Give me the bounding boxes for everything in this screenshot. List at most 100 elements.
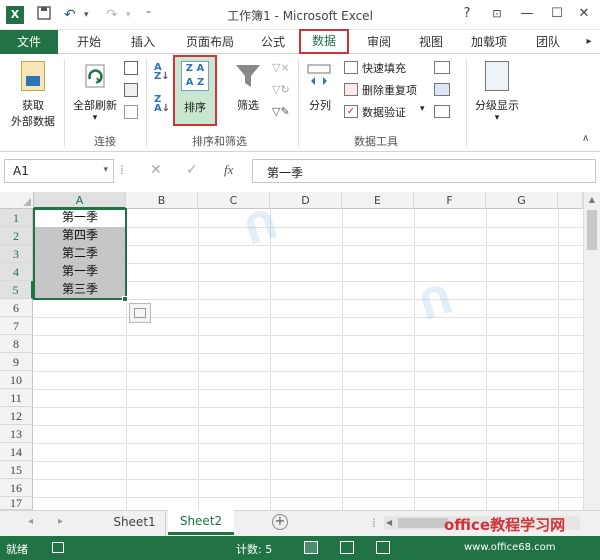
tab-addins[interactable]: 加载项 bbox=[460, 30, 518, 54]
reapply-icon[interactable]: ▽↻ bbox=[272, 83, 290, 96]
gridline bbox=[33, 461, 583, 462]
row-header[interactable]: 13 bbox=[0, 425, 33, 443]
column-header-d[interactable]: D bbox=[270, 192, 342, 209]
advanced-filter-icon[interactable]: ▽✎ bbox=[272, 105, 290, 118]
column-header-e[interactable]: E bbox=[342, 192, 414, 209]
properties-icon[interactable] bbox=[124, 83, 138, 97]
normal-view-icon[interactable] bbox=[304, 541, 318, 554]
row-header[interactable]: 1 bbox=[0, 209, 33, 227]
cancel-icon[interactable]: ✕ bbox=[150, 162, 162, 178]
tabs-scroll-right-icon[interactable]: ▸ bbox=[580, 30, 598, 54]
consolidate-icon[interactable] bbox=[434, 61, 450, 74]
name-box[interactable]: A1 ▾ bbox=[4, 159, 114, 183]
gridline bbox=[33, 407, 583, 408]
tab-formulas[interactable]: 公式 bbox=[250, 30, 296, 54]
sheet-prev-icon[interactable]: ◂ bbox=[28, 516, 33, 527]
row-header[interactable]: 2 bbox=[0, 227, 33, 245]
sort-button[interactable]: Z AA Z 排序 bbox=[173, 55, 217, 126]
what-if-icon[interactable] bbox=[434, 83, 450, 96]
filter-button[interactable]: 筛选 bbox=[226, 57, 270, 131]
macro-record-icon[interactable] bbox=[52, 542, 64, 553]
sheet-next-icon[interactable]: ▸ bbox=[58, 516, 63, 527]
get-external-data-button[interactable]: 获取 外部数据 bbox=[4, 57, 62, 131]
data-validation-dropdown-icon[interactable]: ▾ bbox=[420, 104, 425, 114]
fill-handle[interactable] bbox=[122, 296, 128, 302]
enter-icon[interactable]: ✓ bbox=[186, 162, 198, 178]
flash-fill-button[interactable]: 快速填充 bbox=[362, 60, 406, 76]
name-box-dropdown-icon[interactable]: ▾ bbox=[103, 165, 108, 175]
horizontal-scroll-thumb[interactable] bbox=[398, 518, 448, 528]
help-button[interactable]: ? bbox=[455, 3, 479, 25]
minimize-button[interactable]: — bbox=[515, 3, 539, 25]
tab-review[interactable]: 审阅 bbox=[356, 30, 402, 54]
data-validation-button[interactable]: 数据验证 bbox=[362, 104, 406, 120]
tab-view[interactable]: 视图 bbox=[408, 30, 454, 54]
row-header[interactable]: 4 bbox=[0, 263, 33, 281]
row-header[interactable]: 7 bbox=[0, 317, 33, 335]
sheet-tab-active[interactable]: Sheet2 bbox=[168, 510, 234, 535]
tab-home[interactable]: 开始 bbox=[64, 30, 114, 54]
column-header-c[interactable]: C bbox=[198, 192, 270, 209]
worksheet-grid[interactable]: A B C D E F G 1 2 3 4 5 6 7 8 9 10 11 12… bbox=[0, 192, 600, 510]
column-header-f[interactable]: F bbox=[414, 192, 486, 209]
tab-insert[interactable]: 插入 bbox=[118, 30, 168, 54]
relationships-icon[interactable] bbox=[434, 105, 450, 118]
formula-input[interactable]: 第一季 bbox=[252, 159, 596, 183]
quick-analysis-icon[interactable] bbox=[129, 303, 151, 323]
select-all-corner[interactable] bbox=[0, 192, 34, 209]
vertical-scrollbar[interactable]: ▲ bbox=[583, 192, 600, 510]
row-header[interactable]: 11 bbox=[0, 389, 33, 407]
ribbon-display-icon[interactable]: ⊡ bbox=[485, 3, 509, 25]
row-header[interactable]: 5 bbox=[0, 281, 33, 299]
gridline bbox=[33, 353, 583, 354]
tab-page-layout[interactable]: 页面布局 bbox=[174, 30, 246, 54]
tab-data[interactable]: 数据 bbox=[299, 29, 349, 54]
collapse-ribbon-icon[interactable]: ∧ bbox=[582, 133, 589, 144]
row-header[interactable]: 12 bbox=[0, 407, 33, 425]
sort-z-a-icon[interactable]: Z A↓ bbox=[154, 95, 170, 114]
add-sheet-icon[interactable]: + bbox=[272, 514, 288, 530]
row-header[interactable]: 8 bbox=[0, 335, 33, 353]
remove-duplicates-button[interactable]: 删除重复项 bbox=[362, 82, 417, 98]
row-header[interactable]: 14 bbox=[0, 443, 33, 461]
tab-split-grip-icon[interactable]: ⁞ bbox=[372, 516, 376, 530]
sort-a-z-icon[interactable]: A Z↓ bbox=[154, 63, 170, 82]
status-bar: 就绪 计数: 5 www.office68.com bbox=[0, 536, 600, 560]
close-button[interactable]: ✕ bbox=[572, 3, 596, 25]
column-header-a[interactable]: A bbox=[34, 192, 126, 209]
gridline bbox=[33, 425, 583, 426]
watermark-brand: office教程学习网 bbox=[444, 516, 566, 534]
tab-team[interactable]: 团队 bbox=[524, 30, 572, 54]
connections-icon[interactable] bbox=[124, 61, 138, 75]
maximize-button[interactable]: ☐ bbox=[545, 3, 569, 25]
group-label-sort-filter: 排序和筛选 bbox=[192, 135, 247, 148]
group-label-data-tools: 数据工具 bbox=[354, 135, 398, 148]
row-header[interactable]: 10 bbox=[0, 371, 33, 389]
row-header[interactable]: 16 bbox=[0, 479, 33, 497]
row-header[interactable]: 17 bbox=[0, 497, 33, 510]
ribbon: 获取 外部数据 全部刷新 ▾ 连接 A Z↓ Z A↓ Z AA Z 排序 筛选 ▽… bbox=[0, 55, 600, 152]
sheet-tab[interactable]: Sheet1 bbox=[104, 511, 166, 535]
tab-file[interactable]: 文件 bbox=[0, 30, 58, 54]
insert-function-icon[interactable]: fx bbox=[224, 162, 233, 178]
row-header[interactable]: 15 bbox=[0, 461, 33, 479]
outline-button[interactable]: 分级显示 ▾ bbox=[470, 57, 524, 131]
gridline bbox=[33, 335, 583, 336]
scroll-left-icon[interactable]: ◀ bbox=[386, 516, 392, 530]
row-header[interactable]: 3 bbox=[0, 245, 33, 263]
page-break-view-icon[interactable] bbox=[376, 541, 390, 554]
edit-links-icon[interactable] bbox=[124, 105, 138, 119]
formula-bar: A1 ▾ ⁞ ✕ ✓ fx 第一季 bbox=[0, 157, 600, 185]
selection-border bbox=[33, 208, 127, 300]
column-header-g[interactable]: G bbox=[486, 192, 558, 209]
refresh-all-button[interactable]: 全部刷新 ▾ bbox=[68, 57, 122, 131]
scroll-thumb[interactable] bbox=[587, 210, 597, 250]
text-to-columns-button[interactable]: 分列 bbox=[302, 57, 338, 131]
row-header[interactable]: 9 bbox=[0, 353, 33, 371]
clear-filter-icon[interactable]: ▽× bbox=[272, 61, 290, 74]
column-header-h[interactable] bbox=[558, 192, 583, 209]
row-header[interactable]: 6 bbox=[0, 299, 33, 317]
scroll-up-icon[interactable]: ▲ bbox=[584, 192, 600, 208]
page-layout-view-icon[interactable] bbox=[340, 541, 354, 554]
column-header-b[interactable]: B bbox=[126, 192, 198, 209]
